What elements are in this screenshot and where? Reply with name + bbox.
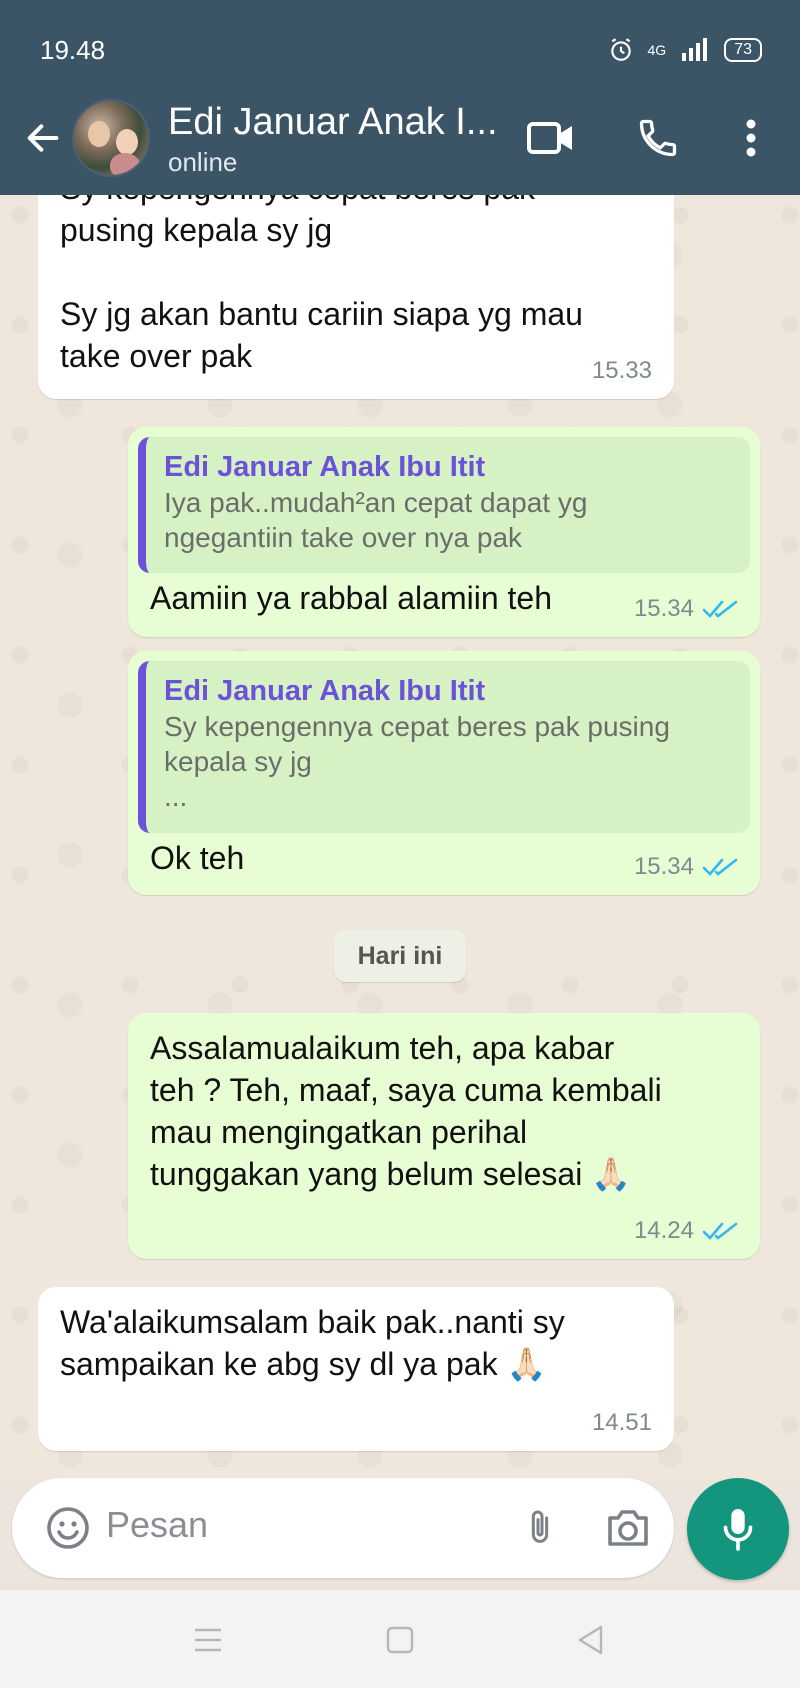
message-outgoing[interactable]: Edi Januar Anak Ibu Itit Iya pak..mudah²…	[128, 427, 760, 637]
day-divider: Hari ini	[334, 930, 466, 982]
contact-info[interactable]: Edi Januar Anak I... online	[168, 99, 513, 178]
signal-icon	[682, 38, 708, 61]
message-time: 14.24	[634, 1217, 738, 1245]
message-time: 15.34	[634, 595, 738, 623]
menu-lines-icon	[195, 1628, 221, 1652]
video-call-icon	[527, 122, 572, 154]
quote-text: Iya pak..mudah²an cepat dapat yg ngegant…	[164, 487, 588, 553]
quote-text: Sy kepengennya cepat beres pak pusing ke…	[164, 711, 670, 812]
message-text: Sy kepengennya cepat beres pak pusing ke…	[60, 195, 583, 374]
quote-author: Edi Januar Anak Ibu Itit	[164, 675, 486, 707]
attach-button[interactable]	[506, 1494, 574, 1562]
home-button[interactable]	[378, 1618, 422, 1662]
message-outgoing[interactable]: Assalamualaikum teh, apa kabar teh ? Teh…	[128, 1013, 760, 1259]
voice-call-button[interactable]	[623, 103, 693, 173]
message-time: 14.51	[591, 1409, 652, 1436]
double-check-icon	[702, 858, 738, 876]
message-incoming[interactable]: Sy kepengennya cepat beres pak pusing ke…	[38, 195, 674, 399]
chat-header: Edi Januar Anak I... online	[0, 88, 800, 188]
message-outgoing[interactable]: Edi Januar Anak Ibu Itit Sy kepengennya …	[128, 651, 760, 895]
contact-name: Edi Januar Anak I...	[168, 100, 498, 143]
message-text: Ok teh	[150, 840, 245, 876]
chat-area[interactable]: Sy kepengennya cepat beres pak pusing ke…	[0, 195, 800, 1480]
camera-button[interactable]	[594, 1494, 662, 1562]
emoji-icon	[47, 1507, 89, 1549]
square-icon	[386, 1626, 414, 1654]
quote-author: Edi Januar Anak Ibu Itit	[164, 451, 486, 483]
avatar[interactable]	[72, 99, 150, 177]
more-options-button[interactable]	[716, 103, 786, 173]
voice-message-button[interactable]	[687, 1478, 789, 1580]
system-nav-bar	[0, 1590, 800, 1688]
camera-icon	[608, 1510, 648, 1546]
arrow-left-icon	[27, 124, 59, 152]
back-nav-button[interactable]	[568, 1618, 612, 1662]
triangle-back-icon	[578, 1625, 603, 1655]
emoji-button[interactable]	[34, 1494, 102, 1562]
microphone-icon	[723, 1509, 753, 1551]
status-icons: 4G 73	[608, 37, 762, 63]
status-time: 19.48	[40, 34, 106, 65]
double-check-icon	[702, 600, 738, 618]
quoted-message[interactable]: Edi Januar Anak Ibu Itit Sy kepengennya …	[138, 661, 750, 833]
message-text: Wa'alaikumsalam baik pak..nanti sy sampa…	[60, 1304, 565, 1382]
battery-indicator: 73	[724, 38, 762, 62]
contact-status: online	[168, 146, 238, 177]
more-vert-icon	[746, 119, 756, 157]
video-call-button[interactable]	[516, 103, 586, 173]
message-time: 15.33	[591, 357, 652, 384]
message-time: 15.34	[634, 853, 738, 881]
message-text: Aamiin ya rabbal alamiin teh	[150, 580, 552, 616]
phone-icon	[639, 119, 677, 157]
back-button[interactable]	[12, 107, 74, 169]
double-check-icon	[702, 1222, 738, 1240]
paperclip-icon	[531, 1510, 549, 1543]
message-text: Assalamualaikum teh, apa kabar teh ? Teh…	[150, 1030, 662, 1192]
status-bar: 19.48 4G 73	[40, 30, 762, 70]
message-incoming[interactable]: Wa'alaikumsalam baik pak..nanti sy sampa…	[38, 1287, 674, 1451]
network-type: 4G	[647, 42, 667, 58]
recent-apps-button[interactable]	[186, 1618, 230, 1662]
alarm-icon	[610, 38, 631, 61]
message-composer[interactable]: Pesan	[12, 1478, 674, 1578]
app-bar: 19.48 4G 73 Edi Januar Anak I... online	[0, 0, 800, 195]
quoted-message[interactable]: Edi Januar Anak Ibu Itit Iya pak..mudah²…	[138, 437, 750, 573]
message-input[interactable]: Pesan	[106, 1504, 208, 1546]
